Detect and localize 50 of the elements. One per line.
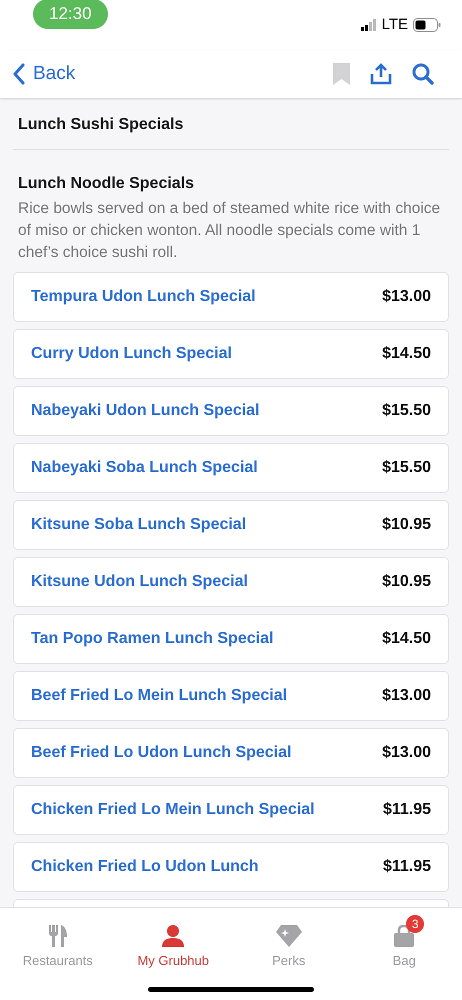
menu-item-card[interactable]: Kitsune Udon Lunch Special $10.95: [13, 557, 449, 607]
item-name: Chicken Fried Lo Udon Lunch: [31, 857, 259, 877]
item-name: Kitsune Udon Lunch Special: [31, 572, 248, 592]
item-price: $14.50: [382, 344, 431, 364]
search-icon[interactable]: [412, 63, 434, 85]
section-description: Rice bowls served on a bed of steamed white rice with choice of miso or chicken wonton. All noodle specials come with 1 chef’s choice sushi roll.: [18, 199, 442, 263]
item-price: $15.50: [382, 401, 431, 421]
menu-item-card[interactable]: Tan Popo Ramen Lunch Special $14.50: [13, 614, 449, 664]
menu-item-card[interactable]: Tempura Udon Lunch Special $13.00: [13, 272, 449, 322]
tab[interactable]: 3 Bag: [346, 908, 462, 1000]
item-price: $11.95: [382, 857, 431, 877]
battery-icon: [413, 18, 441, 32]
menu-item-card[interactable]: Beef Fried Lo Mein Lunch Special $13.00: [13, 671, 449, 721]
menu-item-card[interactable]: Nabeyaki Soba Lunch Special $15.50: [13, 443, 449, 493]
section-heading: Lunch Noodle Specials: [18, 174, 196, 194]
back-button[interactable]: Back: [13, 60, 76, 88]
item-name: Nabeyaki Soba Lunch Special: [31, 458, 258, 478]
item-name: Tempura Udon Lunch Special: [31, 287, 256, 307]
item-price: $11.95: [382, 800, 431, 820]
section-heading: Lunch Sushi Specials: [18, 115, 184, 135]
network-label: LTE: [382, 14, 408, 35]
share-icon[interactable]: [370, 63, 392, 85]
person-icon: [162, 925, 184, 947]
item-price: $14.50: [382, 629, 431, 649]
item-name: Beef Fried Lo Mein Lunch Special: [31, 686, 288, 706]
item-name: Nabeyaki Udon Lunch Special: [31, 401, 260, 421]
menu-item-card[interactable]: Kitsune Soba Lunch Special $10.95: [13, 500, 449, 550]
menu-item-card[interactable]: Beef Fried Lo Udon Lunch Special $13.00: [13, 728, 449, 778]
item-price: $13.00: [382, 287, 431, 307]
signal-icon: [360, 19, 377, 31]
item-price: $10.95: [382, 572, 431, 592]
status-time: 12:30: [33, 0, 108, 29]
item-price: $15.50: [382, 458, 431, 478]
item-name: Tan Popo Ramen Lunch Special: [31, 629, 274, 649]
menu-item-card[interactable]: Nabeyaki Udon Lunch Special $15.50: [13, 386, 449, 436]
count-badge: 3: [406, 915, 424, 933]
item-price: $13.00: [382, 686, 431, 706]
item-name: Chicken Fried Lo Mein Lunch Special: [31, 800, 315, 820]
item-price: $10.95: [382, 515, 431, 535]
diamond-icon: [276, 925, 302, 947]
item-price: $13.00: [382, 743, 431, 763]
menu-item-card[interactable]: Chicken Fried Lo Mein Lunch Special $11.95: [13, 785, 449, 835]
fork-knife-icon: [46, 925, 69, 947]
item-name: Curry Udon Lunch Special: [31, 344, 232, 364]
chevron-icon: [13, 63, 25, 85]
menu-item-card[interactable]: Chicken Fried Lo Udon Lunch $11.95: [13, 842, 449, 892]
tab[interactable]: My Grubhub: [116, 908, 231, 1000]
item-name: Beef Fried Lo Udon Lunch Special: [31, 743, 292, 763]
menu-item-card[interactable]: Curry Udon Lunch Special $14.50: [13, 329, 449, 379]
item-name: Kitsune Soba Lunch Special: [31, 515, 246, 535]
